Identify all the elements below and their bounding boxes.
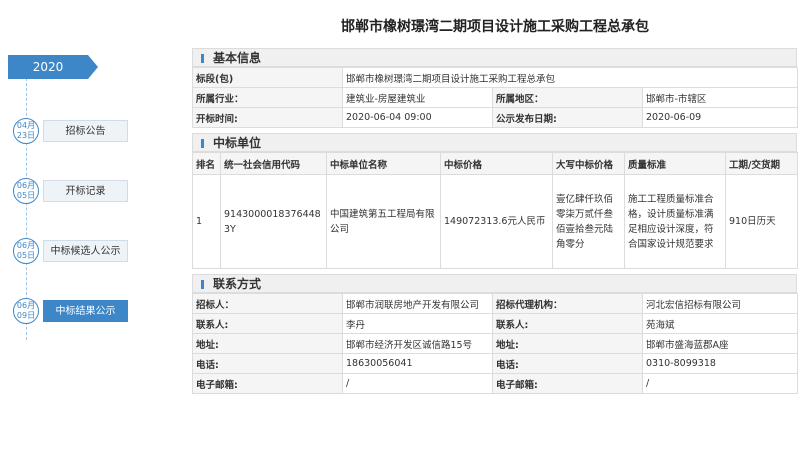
section-basic-info: 基本信息 <box>192 48 797 67</box>
phone-label: 电话: <box>192 353 343 374</box>
timeline-date-1: 04月 23日 <box>13 118 39 144</box>
header-period: 工期/交货期 <box>725 152 798 175</box>
email-value: / <box>342 373 493 394</box>
date-day: 05日 <box>16 191 36 200</box>
timeline-item-candidate-notice[interactable]: 中标候选人公示 <box>43 240 128 262</box>
contact-table: 招标人： 邯郸市润联房地产开发有限公司 招标代理机构： 河北宏信招标有限公司 联… <box>192 293 798 394</box>
publish-date-label: 公示发布日期: <box>492 107 643 128</box>
agency-email-label: 电子邮箱: <box>492 373 643 394</box>
period-cell: 910日历天 <box>725 174 798 269</box>
tenderer-value: 邯郸市润联房地产开发有限公司 <box>342 293 493 314</box>
agency-contact-label: 联系人: <box>492 313 643 334</box>
timeline-date-3: 06月 05日 <box>13 238 39 264</box>
date-month: 06月 <box>16 301 36 310</box>
region-value: 邯郸市-市辖区 <box>641 87 799 108</box>
phone-value: 18630056041 <box>342 353 493 374</box>
open-time-value: 2020-06-04 09:00 <box>342 107 493 128</box>
header-price-upper: 大写中标价格 <box>552 152 625 175</box>
rank-cell: 1 <box>192 174 221 269</box>
page-title: 邯郸市橡树璟湾二期项目设计施工采购工程总承包 <box>341 19 649 35</box>
email-label: 电子邮箱: <box>192 373 343 394</box>
agency-phone-label: 电话: <box>492 353 643 374</box>
timeline-date-2: 06月 05日 <box>13 178 39 204</box>
quality-cell: 施工工程质量标准合格，设计质量标准满足相应设计深度，符合国家设计规范要求 <box>624 174 726 269</box>
agency-address-value: 邯郸市盛海蓝郡A座 <box>642 333 798 354</box>
tenderer-label: 招标人： <box>192 293 343 314</box>
price-cell: 149072313.6元人民币 <box>440 174 553 269</box>
credit-code-cell: 91430000183764483Y <box>220 174 327 269</box>
date-day: 09日 <box>16 311 36 320</box>
agency-address-label: 地址: <box>492 333 643 354</box>
address-label: 地址: <box>192 333 343 354</box>
timeline-item-opening-record[interactable]: 开标记录 <box>43 180 128 202</box>
table-row: 1 91430000183764483Y 中国建筑第五工程局有限公司 14907… <box>192 174 798 269</box>
agency-phone-value: 0310-8099318 <box>642 353 798 374</box>
header-rank: 排名 <box>192 152 221 175</box>
agency-contact-value: 苑海斌 <box>642 313 798 334</box>
address-value: 邯郸市经济开发区诚信路15号 <box>342 333 493 354</box>
timeline: 2020 04月 23日 招标公告 06月 05日 开标记录 06月 05日 中… <box>0 0 180 465</box>
price-upper-cell: 壹亿肆仟玖佰零柒万贰仟叁佰壹拾叁元陆角零分 <box>552 174 625 269</box>
industry-label: 所属行业： <box>192 87 343 108</box>
open-time-label: 开标时间: <box>192 107 343 128</box>
contact-person-label: 联系人: <box>192 313 343 334</box>
section-value: 邯郸市橡树璟湾二期项目设计施工采购工程总承包 <box>341 67 799 88</box>
agency-value: 河北宏信招标有限公司 <box>642 293 798 314</box>
header-winner-name: 中标单位名称 <box>326 152 441 175</box>
header-price: 中标价格 <box>440 152 553 175</box>
contact-person-value: 李丹 <box>342 313 493 334</box>
basic-info-table: 标段(包) 邯郸市橡树璟湾二期项目设计施工采购工程总承包 所属行业： 建筑业-房… <box>192 67 799 128</box>
date-day: 05日 <box>16 251 36 260</box>
year-badge: 2020 <box>8 55 98 79</box>
publish-date-value: 2020-06-09 <box>641 107 799 128</box>
date-day: 23日 <box>16 131 36 140</box>
section-contact: 联系方式 <box>192 274 797 293</box>
winner-name-cell: 中国建筑第五工程局有限公司 <box>326 174 441 269</box>
content-panel: 基本信息 标段(包) 邯郸市橡树璟湾二期项目设计施工采购工程总承包 所属行业： … <box>192 48 799 394</box>
date-month: 06月 <box>16 241 36 250</box>
date-month: 04月 <box>16 121 36 130</box>
section-winner: 中标单位 <box>192 133 797 152</box>
industry-value: 建筑业-房屋建筑业 <box>342 87 493 108</box>
region-label: 所属地区： <box>492 87 643 108</box>
timeline-item-tender-notice[interactable]: 招标公告 <box>43 120 128 142</box>
header-quality: 质量标准 <box>624 152 726 175</box>
header-credit-code: 统一社会信用代码 <box>220 152 327 175</box>
agency-label: 招标代理机构： <box>492 293 643 314</box>
agency-email-value: / <box>642 373 798 394</box>
winner-table: 排名 统一社会信用代码 中标单位名称 中标价格 大写中标价格 质量标准 工期/交… <box>192 152 798 269</box>
timeline-item-result-notice[interactable]: 中标结果公示 <box>43 300 128 322</box>
section-label: 标段(包) <box>192 67 343 88</box>
timeline-date-4: 06月 09日 <box>13 298 39 324</box>
date-month: 06月 <box>16 181 36 190</box>
